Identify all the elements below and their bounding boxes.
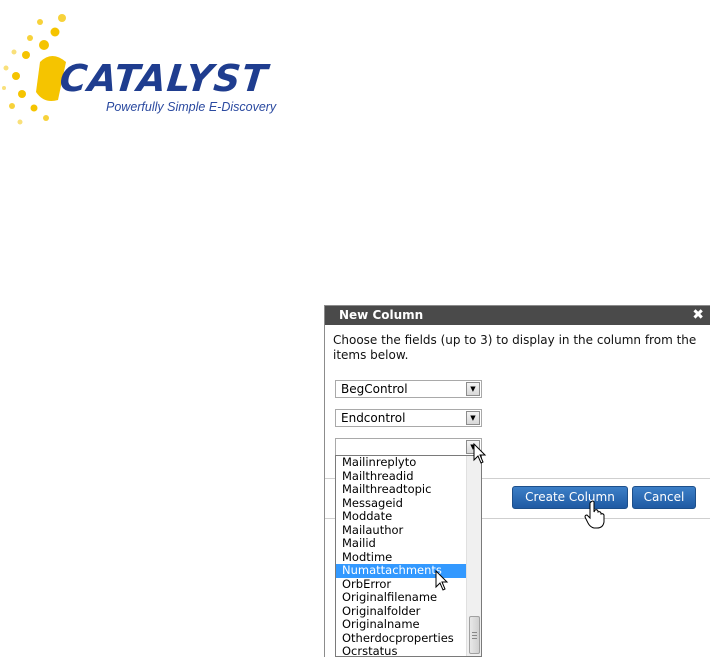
list-item[interactable]: Originalfilename <box>336 590 467 605</box>
grip-line <box>472 638 477 639</box>
chevron-down-icon[interactable]: ▼ <box>466 411 480 425</box>
scrollbar-thumb[interactable] <box>469 616 480 654</box>
field-select-3[interactable]: ▼ <box>335 438 482 456</box>
list-item[interactable]: Mailid <box>336 536 467 551</box>
list-item[interactable]: Originalname <box>336 617 467 632</box>
chevron-down-icon[interactable]: ▼ <box>466 382 480 396</box>
list-item[interactable]: Messageid <box>336 496 467 511</box>
list-item[interactable]: Moddate <box>336 509 467 524</box>
catalyst-logo: CATALYST Powerfully Simple E-Discovery <box>0 0 330 140</box>
list-item[interactable]: Mailauthor <box>336 523 467 538</box>
field-dropdown-list[interactable]: Mailinreplyto Mailthreadid Mailthreadtop… <box>335 455 482 657</box>
close-icon[interactable]: ✖ <box>692 306 704 325</box>
dialog-instructions: Choose the fields (up to 3) to display i… <box>333 333 697 362</box>
field-select-1[interactable]: BegControl ▼ <box>335 380 482 398</box>
dialog-titlebar: New Column ✖ <box>325 306 710 325</box>
list-item[interactable]: Ocrstatus <box>336 644 467 656</box>
grip-line <box>472 635 477 636</box>
field-select-1-value: BegControl <box>341 382 408 396</box>
field-select-2-value: Endcontrol <box>341 411 406 425</box>
grip-line <box>472 632 477 633</box>
list-item[interactable]: Mailinreplyto <box>336 456 467 470</box>
dialog-title: New Column <box>339 308 424 322</box>
list-item[interactable]: Originalfolder <box>336 604 467 619</box>
logo-tagline: Powerfully Simple E-Discovery <box>106 100 277 114</box>
logo-wordmark: CATALYST <box>57 57 271 100</box>
list-item[interactable]: Otherdocproperties <box>336 631 467 646</box>
arrow-cursor-icon <box>473 443 487 464</box>
cancel-button[interactable]: Cancel <box>632 486 696 509</box>
hand-cursor-icon <box>584 500 605 529</box>
arrow-cursor-icon <box>435 570 449 591</box>
list-item[interactable]: Mailthreadid <box>336 469 467 484</box>
list-item[interactable]: Modtime <box>336 550 467 565</box>
field-select-2[interactable]: Endcontrol ▼ <box>335 409 482 427</box>
list-item[interactable]: Mailthreadtopic <box>336 482 467 497</box>
create-column-button[interactable]: Create Column <box>512 486 628 509</box>
scrollbar[interactable] <box>466 456 481 656</box>
